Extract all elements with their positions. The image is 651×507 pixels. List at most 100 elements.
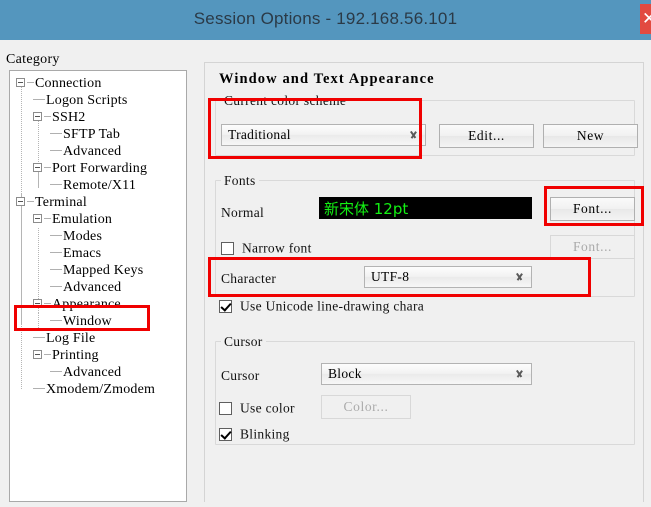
tree-guide-line (38, 313, 39, 330)
category-heading: Category (6, 52, 60, 67)
sidebar-item-mapped-keys[interactable]: Mapped Keys (50, 262, 143, 279)
cursor-color-button: Color... (321, 395, 411, 419)
cursor-type-label: Cursor (221, 368, 260, 383)
blinking-checkbox[interactable] (219, 427, 232, 441)
sidebar-item-label: Connection (35, 76, 102, 91)
tree-connector (50, 320, 62, 322)
character-encoding-select[interactable]: UTF-8 (364, 266, 532, 288)
sidebar-item-modes[interactable]: Modes (50, 228, 102, 245)
color-scheme-legend: Current color scheme (221, 93, 350, 109)
sidebar-item-advanced[interactable]: Advanced (50, 279, 121, 296)
character-encoding-label: Character (221, 271, 277, 286)
sidebar-item-label: Emulation (52, 212, 113, 227)
category-tree[interactable]: Connection Logon Scripts SSH2 SFTP Tab Advan… (10, 71, 186, 501)
sidebar-item-window[interactable]: Window (50, 313, 112, 330)
cursor-legend: Cursor (221, 334, 266, 350)
sidebar-item-label: SFTP Tab (63, 127, 121, 142)
tree-collapse-icon[interactable] (33, 214, 42, 224)
tree-connector (33, 388, 45, 390)
narrow-font-row[interactable]: Narrow font (221, 239, 312, 257)
tree-collapse-icon[interactable] (16, 197, 25, 207)
sidebar-item-terminal[interactable]: Terminal (16, 194, 87, 211)
narrow-font-checkbox[interactable] (221, 241, 234, 255)
unicode-linedrawing-label: Use Unicode line-drawing chara (240, 298, 425, 314)
sidebar-item-label: Emacs (63, 246, 102, 261)
sidebar-item-ssh2[interactable]: SSH2 (33, 109, 85, 126)
tree-collapse-icon[interactable] (33, 350, 42, 360)
sidebar-item-label: Appearance (52, 297, 121, 312)
use-color-label: Use color (240, 400, 295, 416)
appearance-settings-panel: Window and Text Appearance Current color… (204, 62, 644, 502)
unicode-linedrawing-checkbox[interactable] (219, 299, 232, 313)
sidebar-item-label: Mapped Keys (63, 263, 144, 278)
sidebar-item-printing[interactable]: Printing (33, 347, 99, 364)
normal-font-preview-text: 新宋体 12pt (324, 200, 409, 218)
tree-connector (50, 133, 62, 135)
cursor-type-select[interactable]: Block (321, 363, 532, 385)
close-icon[interactable]: ✕ (640, 4, 651, 34)
color-scheme-select[interactable]: Traditional (221, 124, 426, 146)
tree-collapse-icon[interactable] (33, 163, 42, 173)
tree-connector (44, 116, 51, 118)
sidebar-item-label: Advanced (63, 280, 122, 295)
sidebar-item-emacs[interactable]: Emacs (50, 245, 101, 262)
tree-connector (27, 201, 34, 203)
tree-connector (50, 371, 62, 373)
sidebar-item-label: Port Forwarding (52, 161, 148, 176)
sidebar-item-port-forwarding[interactable]: Port Forwarding (33, 160, 147, 177)
tree-connector (50, 184, 62, 186)
sidebar-item-log-file[interactable]: Log File (33, 330, 95, 347)
fonts-legend: Fonts (221, 173, 259, 189)
chevron-down-icon (515, 274, 524, 280)
normal-font-preview: 新宋体 12pt (319, 197, 532, 219)
sidebar-item-label: Advanced (63, 144, 122, 159)
tree-connector (50, 235, 62, 237)
normal-font-label: Normal (221, 205, 265, 220)
chevron-down-icon (515, 371, 524, 377)
unicode-linedrawing-row[interactable]: Use Unicode line-drawing chara (219, 297, 424, 315)
edit-scheme-button[interactable]: Edit... (439, 124, 534, 148)
blinking-row[interactable]: Blinking (219, 425, 290, 443)
tree-connector (50, 150, 62, 152)
use-color-checkbox[interactable] (219, 401, 232, 415)
character-encoding-value: UTF-8 (371, 269, 410, 284)
tree-connector (50, 286, 62, 288)
sidebar-item-advanced[interactable]: Advanced (50, 364, 121, 381)
sidebar-item-label: Printing (52, 348, 99, 363)
tree-connector (44, 167, 51, 169)
sidebar-item-label: Xmodem/Zmodem (46, 382, 156, 397)
sidebar-item-emulation[interactable]: Emulation (33, 211, 112, 228)
sidebar-item-appearance[interactable]: Appearance (33, 296, 121, 313)
use-color-row[interactable]: Use color (219, 399, 295, 417)
page-title: Window and Text Appearance (219, 71, 435, 87)
tree-collapse-icon[interactable] (33, 112, 42, 122)
sidebar-item-label: Log File (46, 331, 96, 346)
tree-guide-line (21, 194, 22, 390)
sidebar-item-connection[interactable]: Connection (16, 75, 102, 92)
tree-collapse-icon[interactable] (16, 78, 25, 88)
sidebar-item-advanced[interactable]: Advanced (50, 143, 121, 160)
sidebar-item-label: Logon Scripts (46, 93, 128, 108)
tree-connector (33, 99, 45, 101)
sidebar-item-xmodem-zmodem[interactable]: Xmodem/Zmodem (33, 381, 155, 398)
tree-connector (33, 337, 45, 339)
tree-connector (44, 218, 51, 220)
sidebar-item-label: Remote/X11 (63, 178, 137, 193)
category-tree-panel[interactable]: Connection Logon Scripts SSH2 SFTP Tab Advan… (9, 70, 187, 502)
tree-collapse-icon[interactable] (33, 299, 42, 309)
normal-font-button[interactable]: Font... (550, 197, 635, 221)
blinking-label: Blinking (240, 426, 290, 442)
chevron-down-icon (409, 132, 418, 138)
sidebar-item-label: Terminal (35, 195, 87, 210)
cursor-type-value: Block (328, 366, 362, 381)
sidebar-item-remote-x11[interactable]: Remote/X11 (50, 177, 136, 194)
sidebar-item-label: Modes (63, 229, 103, 244)
sidebar-item-label: Advanced (63, 365, 122, 380)
new-scheme-button[interactable]: New (543, 124, 638, 148)
color-scheme-value: Traditional (228, 127, 291, 142)
tree-connector (44, 303, 51, 305)
sidebar-item-sftp-tab[interactable]: SFTP Tab (50, 126, 120, 143)
narrow-font-button: Font... (550, 235, 635, 259)
sidebar-item-logon-scripts[interactable]: Logon Scripts (33, 92, 128, 109)
tree-connector (44, 354, 51, 356)
